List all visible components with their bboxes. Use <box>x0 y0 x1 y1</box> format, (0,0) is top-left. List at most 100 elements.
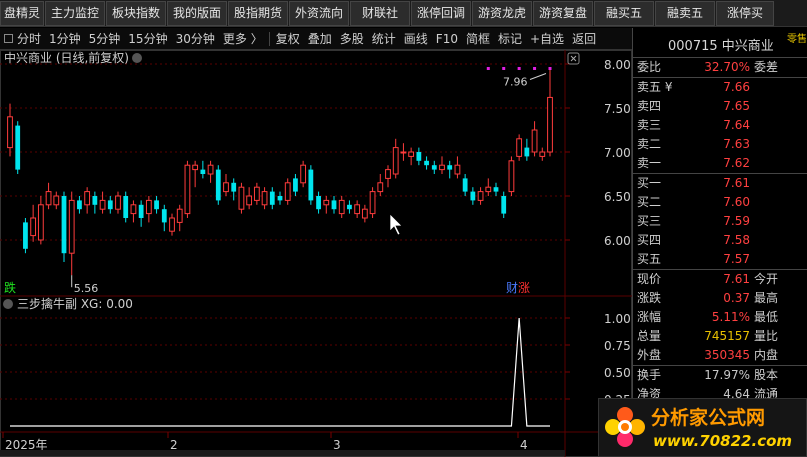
quote-value: 7.63 <box>723 137 750 151</box>
top-button-0[interactable]: 盘精灵 <box>0 1 44 26</box>
candle-body <box>531 129 538 153</box>
indicator-settings-icon[interactable] <box>3 299 13 309</box>
more-periods-button[interactable]: 更多 〉 <box>219 29 267 49</box>
site-watermark: 分析家公式网 www.70822.com <box>598 398 807 457</box>
date-tick-label: 3 <box>333 438 341 452</box>
period-tab-2[interactable]: 5分钟 <box>85 29 125 49</box>
back-button[interactable]: 返回 <box>568 29 600 49</box>
tool-button-0[interactable]: 复权 <box>272 29 304 49</box>
tool-button-7[interactable]: 标记 <box>494 29 526 49</box>
top-button-12[interactable]: 涨停买 <box>716 1 774 26</box>
candle-body <box>145 199 152 215</box>
chart-canvas[interactable]: 8.00 7.50 7.00 6.50 6.00 7.96 5.56 中兴商业 (日线,前复权… <box>0 50 632 457</box>
quote-label: 买二 <box>637 195 662 209</box>
tool-button-2[interactable]: 多股 <box>336 29 368 49</box>
candle-body <box>261 191 268 206</box>
quote-row: 卖四 7.65 <box>633 97 807 116</box>
top-button-3[interactable]: 我的版面 <box>167 1 227 26</box>
quote-row: 现价 7.61 今开 <box>633 270 807 289</box>
quote-row: 卖一 7.62 <box>633 154 807 173</box>
quote-label: 卖三 <box>637 118 662 132</box>
sector-tag[interactable]: 零售 <box>787 30 807 45</box>
candle-body <box>447 165 453 170</box>
period-tab-3[interactable]: 15分钟 <box>124 29 171 49</box>
tool-button-4[interactable]: 画线 <box>400 29 432 49</box>
signal-marker <box>533 67 537 70</box>
chevron-down-icon[interactable] <box>132 53 142 63</box>
top-button-10[interactable]: 融买五 <box>594 1 654 26</box>
checkbox-icon[interactable] <box>4 34 13 43</box>
top-button-4[interactable]: 股指期货 <box>228 1 288 26</box>
candle-body <box>385 169 391 179</box>
tool-button-1[interactable]: 叠加 <box>304 29 336 49</box>
quote-row: 涨跌 0.37 最高 <box>633 289 807 308</box>
candle-body <box>347 204 352 210</box>
quote-label: 换手 <box>637 368 662 382</box>
candle-body <box>45 191 52 206</box>
low-price-label: 5.56 <box>74 282 99 295</box>
tool-button-5[interactable]: F10 <box>432 29 462 49</box>
watermark-title: 分析家公式网 <box>651 407 766 429</box>
candle-body <box>470 191 476 201</box>
candle-body <box>277 196 283 201</box>
period-tab-0[interactable]: 分时 <box>13 29 45 49</box>
candle-body <box>338 199 345 215</box>
quote-value: 5.11% <box>711 310 750 324</box>
quote-label-2: 最低 <box>754 310 779 324</box>
candle-body <box>524 147 530 157</box>
candle-body <box>308 169 314 201</box>
candle-body <box>501 196 507 214</box>
price-tick-label: 6.00 <box>604 234 631 248</box>
quote-row: 换手 17.97% 股本 <box>633 366 807 385</box>
candle-body <box>485 186 492 193</box>
signal-marker <box>548 67 552 70</box>
candle-body <box>354 204 361 215</box>
top-button-2[interactable]: 板块指数 <box>106 1 166 26</box>
add-to-watchlist-button[interactable]: +自选 <box>526 29 568 49</box>
quote-value: 350345 <box>704 348 750 362</box>
tool-buttons: 复权 叠加 多股 统计 画线 F10 简框 标记 <box>272 29 526 49</box>
top-button-9[interactable]: 游资复盘 <box>533 1 593 26</box>
top-button-6[interactable]: 财联社 <box>350 1 410 26</box>
quote-row: 卖五 ¥ 7.66 <box>633 78 807 97</box>
candle-body <box>215 169 221 201</box>
top-button-7[interactable]: 涨停回调 <box>411 1 471 26</box>
webi-label: 委比 <box>637 60 662 74</box>
quote-label: 外盘 <box>637 348 662 362</box>
signal-marker <box>517 67 521 70</box>
kline-chart-area[interactable]: 8.00 7.50 7.00 6.50 6.00 7.96 5.56 中兴商业 (日线,前复权… <box>0 50 632 457</box>
quote-row: 涨幅 5.11% 最低 <box>633 308 807 327</box>
tool-button-3[interactable]: 统计 <box>368 29 400 49</box>
horizontal-scrollbar[interactable] <box>0 450 565 456</box>
quote-row: 买一 7.61 <box>633 174 807 193</box>
news-tag[interactable]: 财 <box>506 281 518 295</box>
candle-body <box>61 196 67 254</box>
candle-body <box>293 178 298 192</box>
stock-code-name[interactable]: 000715 中兴商业 <box>668 35 774 54</box>
period-tabs: 分时 1分钟 5分钟 15分钟 30分钟 <box>13 29 219 49</box>
top-button-1[interactable]: 主力监控 <box>45 1 105 26</box>
candle-body <box>23 222 28 249</box>
ask-levels: 卖五 ¥ 7.66 卖四 7.65 卖三 7.64 卖二 7.63 卖一 7.62 <box>633 78 807 173</box>
quote-stats: 现价 7.61 今开 涨跌 0.37 最高 涨幅 5.11% 最低 总量 745157 量比 外盘 350… <box>633 270 807 365</box>
top-button-5[interactable]: 外资流向 <box>289 1 349 26</box>
quote-label: 涨跌 <box>637 291 662 305</box>
candle-body <box>138 204 144 218</box>
candle-body <box>77 200 82 210</box>
quote-title: 000715 中兴商业 零售 <box>633 28 807 58</box>
period-tab-1[interactable]: 1分钟 <box>45 29 85 49</box>
quote-label: 买三 <box>637 214 662 228</box>
tool-button-6[interactable]: 简框 <box>462 29 494 49</box>
quote-value: 7.64 <box>723 118 750 132</box>
quote-row: 总量 745157 量比 <box>633 327 807 346</box>
period-tab-4[interactable]: 30分钟 <box>172 29 219 49</box>
top-button-11[interactable]: 融卖五 <box>655 1 715 26</box>
indicator-tick-label: 0.75 <box>604 339 631 353</box>
candle-body <box>123 196 129 218</box>
price-tick-label: 7.50 <box>604 102 631 116</box>
candle-body <box>207 164 214 175</box>
quote-label-2: 内盘 <box>754 348 779 362</box>
quote-value: 7.59 <box>723 214 750 228</box>
high-pointer-line <box>529 73 547 80</box>
top-button-8[interactable]: 游资龙虎 <box>472 1 532 26</box>
